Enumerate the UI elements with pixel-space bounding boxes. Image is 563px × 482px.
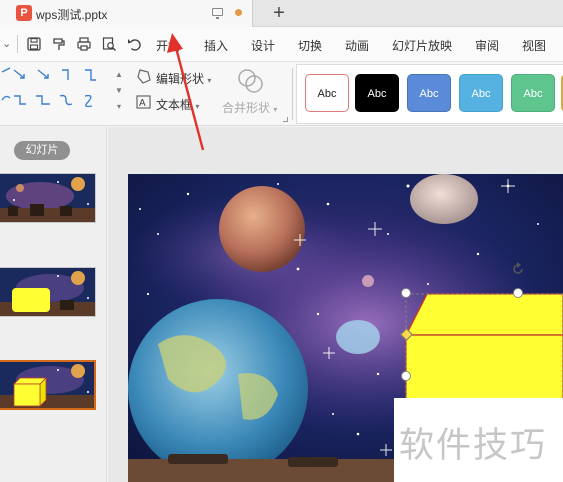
wps-presentation-app-icon: P <box>16 5 32 21</box>
style-preset-white[interactable]: Abc <box>305 74 349 112</box>
shape-gallery[interactable] <box>0 66 106 120</box>
drawing-tools-ribbon: ▲ ▼ ▾ 编辑形状 ▾ A 文本框 ▾ 合并形状 ▾ Abc Abc Abc … <box>0 62 563 126</box>
edit-shape-label: 编辑形状 <box>156 72 205 86</box>
edit-shape-button[interactable]: 编辑形状 ▾ <box>156 70 211 87</box>
caret-down-icon: ▾ <box>195 102 200 111</box>
slides-tab[interactable]: 幻灯片 <box>14 141 70 160</box>
ribbon-divider <box>292 68 293 120</box>
chevron-down-icon[interactable]: ⌄ <box>2 37 11 50</box>
textbox-label: 文本框 <box>156 98 193 112</box>
textbox-button[interactable]: 文本框 ▾ <box>156 96 199 113</box>
slide-thumbnail-1[interactable] <box>0 173 96 223</box>
slide-thumbnail-2[interactable] <box>0 267 96 317</box>
format-painter-icon[interactable] <box>51 36 67 52</box>
menu-tab-view[interactable]: 视图 <box>522 37 546 54</box>
edit-shape-icon <box>137 69 151 84</box>
save-icon[interactable] <box>26 36 42 52</box>
resize-handle-top-left[interactable] <box>401 288 411 298</box>
menu-bar: ⌄ 开始 插入 设计 切换 动画 幻灯片放映 审阅 视图 <box>0 27 563 62</box>
merge-shapes-button[interactable]: 合并形状 ▾ <box>222 99 277 116</box>
menu-tab-review[interactable]: 审阅 <box>475 37 499 54</box>
style-preset-black[interactable]: Abc <box>355 74 399 112</box>
unsaved-indicator-dot <box>235 9 242 16</box>
resize-handle-middle-left[interactable] <box>401 371 411 381</box>
print-icon[interactable] <box>76 36 92 52</box>
slide-thumbnail-3[interactable] <box>0 360 96 410</box>
new-tab-button[interactable]: + <box>268 1 290 25</box>
shape-style-gallery: Abc Abc Abc Abc Abc <box>296 64 563 124</box>
document-tab[interactable]: P wps测试.pptx <box>0 0 253 27</box>
print-preview-icon[interactable] <box>101 36 117 52</box>
slide-thumbnail-image <box>0 362 94 408</box>
site-watermark: 软件技巧 <box>399 426 548 466</box>
svg-text:A: A <box>139 98 146 109</box>
menu-tab-transitions[interactable]: 切换 <box>298 37 322 54</box>
style-preset-blue[interactable]: Abc <box>407 74 451 112</box>
menu-tab-slideshow[interactable]: 幻灯片放映 <box>392 37 452 54</box>
resize-handle-top-middle[interactable] <box>513 288 523 298</box>
slide-thumbnail-image <box>0 174 95 222</box>
chevron-down-icon[interactable]: ▼ <box>114 83 124 99</box>
slide-thumbnail-image <box>0 268 95 316</box>
shape-gallery-scroll[interactable]: ▲ ▼ ▾ <box>114 67 124 117</box>
undo-icon[interactable] <box>126 36 142 52</box>
caret-down-icon: ▾ <box>273 105 278 114</box>
menu-tab-animation[interactable]: 动画 <box>345 37 369 54</box>
menu-tab-insert[interactable]: 插入 <box>204 37 228 54</box>
wps-presentation-window: P wps测试.pptx + ⌄ 开始 插入 设计 切换 动画 幻灯片放映 审阅… <box>0 0 563 482</box>
monitor-icon[interactable] <box>212 8 223 19</box>
menu-tab-home[interactable]: 开始 <box>156 37 180 54</box>
style-preset-green[interactable]: Abc <box>511 74 555 112</box>
dialog-launcher-icon[interactable] <box>283 117 288 122</box>
menu-tab-design[interactable]: 设计 <box>251 37 275 54</box>
caret-down-icon: ▾ <box>207 76 212 85</box>
chevron-up-icon[interactable]: ▲ <box>114 67 124 83</box>
slide-thumbnail-panel: 幻灯片 <box>0 127 107 482</box>
textbox-icon: A <box>136 95 151 109</box>
merge-shapes-icon <box>238 69 263 93</box>
style-preset-lightblue[interactable]: Abc <box>459 74 503 112</box>
document-tab-bar: P wps测试.pptx + <box>0 0 563 27</box>
rotate-handle-icon[interactable] <box>511 262 525 276</box>
menu-divider <box>17 35 18 53</box>
more-icon[interactable]: ▾ <box>114 99 124 115</box>
document-title: wps测试.pptx <box>36 8 108 22</box>
merge-shapes-label: 合并形状 <box>222 101 271 115</box>
